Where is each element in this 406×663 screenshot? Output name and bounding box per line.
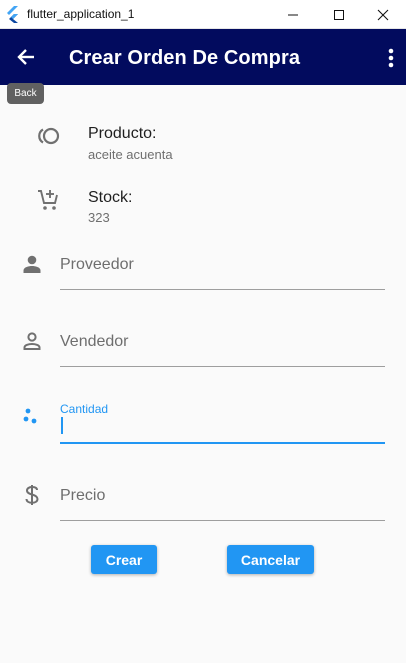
dollar-icon	[20, 483, 44, 507]
dots-icon	[20, 405, 44, 429]
maximize-icon	[334, 9, 344, 20]
vendedor-underline	[60, 366, 385, 367]
app-bar: Crear Orden De Compra	[0, 29, 406, 85]
window-titlebar: flutter_application_1	[0, 0, 406, 29]
window-title: flutter_application_1	[27, 7, 135, 21]
stock-label: Stock:	[88, 189, 133, 206]
cancelar-button[interactable]: Cancelar	[227, 545, 314, 574]
minimize-icon	[288, 14, 298, 15]
proveedor-underline	[60, 289, 385, 290]
more-vertical-icon	[388, 48, 394, 68]
cantidad-label: Cantidad	[60, 402, 109, 416]
add-shopping-cart-icon	[34, 186, 62, 214]
page-title: Crear Orden De Compra	[69, 47, 301, 69]
proveedor-label: Proveedor	[60, 256, 134, 273]
back-tooltip: Back	[7, 83, 44, 104]
toll-icon	[34, 122, 62, 150]
product-label: Producto:	[88, 125, 157, 142]
vendedor-label: Vendedor	[60, 333, 129, 350]
precio-label: Precio	[60, 487, 106, 504]
person-outline-icon	[20, 329, 44, 353]
close-button[interactable]	[360, 0, 406, 29]
arrow-left-icon	[17, 49, 34, 65]
precio-field[interactable]	[60, 476, 385, 522]
maximize-button[interactable]	[316, 0, 362, 29]
precio-underline	[60, 520, 385, 521]
back-button[interactable]	[6, 35, 46, 79]
minimize-button[interactable]	[270, 0, 316, 29]
crear-button[interactable]: Crear	[91, 545, 157, 574]
cantidad-field[interactable]	[60, 398, 385, 444]
text-caret	[61, 417, 63, 434]
more-menu-button[interactable]	[378, 41, 404, 75]
stock-value: 323	[88, 210, 110, 225]
flutter-logo-icon	[7, 6, 18, 23]
person-icon	[20, 252, 44, 276]
close-icon	[377, 9, 389, 20]
cantidad-underline	[60, 442, 385, 444]
product-value: aceite acuenta	[88, 147, 173, 162]
